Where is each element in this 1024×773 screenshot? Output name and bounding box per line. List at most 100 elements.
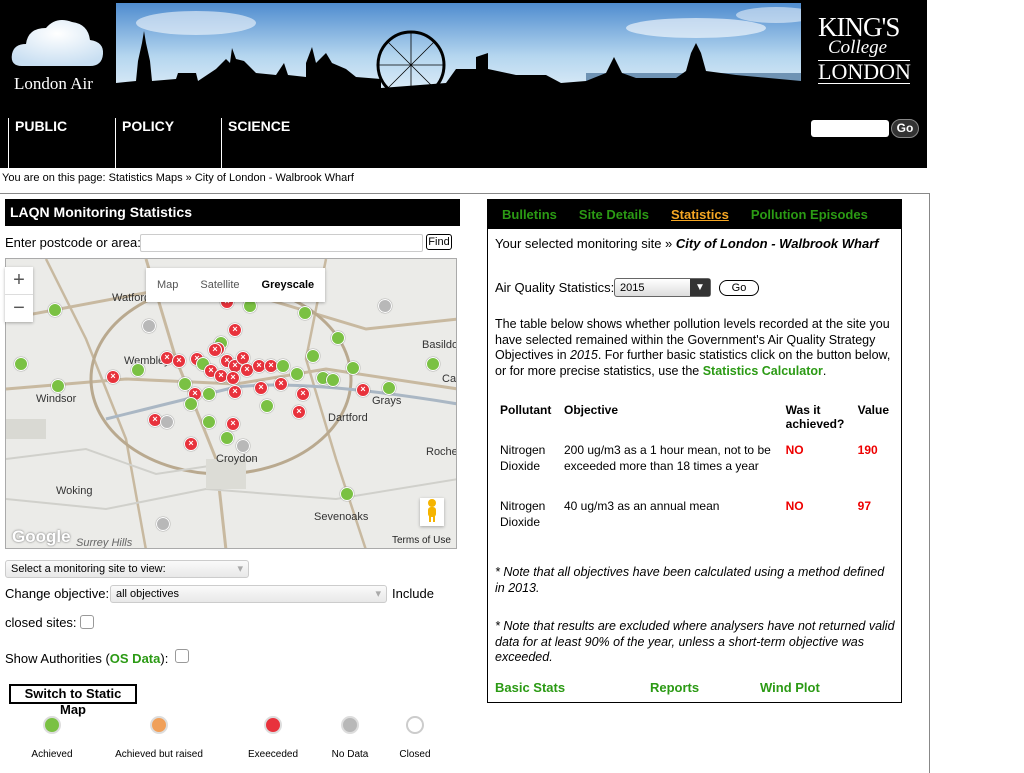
objectives-table: Pollutant Objective Was it achieved? Val…: [500, 403, 895, 530]
legend-label: No Data: [331, 749, 369, 760]
achieved-marker-icon[interactable]: [51, 379, 65, 393]
selected-site-prefix: Your selected monitoring site »: [495, 236, 673, 251]
panel-tabs: Bulletins Site Details Statistics Pollut…: [488, 200, 901, 229]
basic-stats-link[interactable]: Basic Stats: [495, 680, 565, 695]
skyline-banner: [116, 3, 801, 100]
switch-static-map-button[interactable]: Switch to Static Map: [9, 684, 137, 717]
map-type-control: Map Satellite Greyscale: [146, 268, 326, 302]
note-method: * Note that all objectives have been cal…: [495, 565, 885, 595]
map-label-croydon: Croydon: [216, 453, 258, 465]
map-type-greyscale[interactable]: Greyscale: [251, 268, 326, 302]
postcode-input[interactable]: [140, 234, 423, 252]
map-label-dartford: Dartford: [328, 412, 368, 424]
achieved-marker-icon[interactable]: [340, 487, 354, 501]
achieved-marker-icon[interactable]: [220, 431, 234, 445]
exceeded-marker-icon[interactable]: ×: [228, 385, 242, 399]
exceeded-marker-icon[interactable]: ×: [228, 323, 242, 337]
statistics-calculator-link[interactable]: Statistics Calculator: [703, 364, 823, 378]
tab-site-details[interactable]: Site Details: [579, 207, 649, 222]
map-label-watford: Watford: [112, 292, 151, 304]
street-view-pegman-icon[interactable]: [420, 498, 444, 526]
achieved-marker-icon[interactable]: [184, 397, 198, 411]
reports-link[interactable]: Reports: [650, 680, 699, 695]
achieved-marker-icon[interactable]: [178, 377, 192, 391]
exceeded-marker-icon[interactable]: ×: [254, 381, 268, 395]
exceeded-marker-icon[interactable]: ×: [106, 370, 120, 384]
map-type-satellite[interactable]: Satellite: [189, 268, 250, 302]
show-authorities-close: ):: [160, 651, 169, 666]
table-row: Nitrogen Dioxide 40 ug/m3 as an annual m…: [500, 499, 895, 530]
postcode-label: Enter postcode or area:: [5, 235, 141, 250]
wind-plot-link[interactable]: Wind Plot: [760, 680, 820, 695]
achieved-marker-icon[interactable]: [202, 415, 216, 429]
objective-select[interactable]: all objectives: [110, 585, 387, 603]
tab-bulletins[interactable]: Bulletins: [502, 207, 557, 222]
no-data-marker-icon[interactable]: [160, 415, 174, 429]
no-data-marker-icon[interactable]: [156, 517, 170, 531]
exceeded-marker-icon[interactable]: ×: [184, 437, 198, 451]
go-button[interactable]: Go: [719, 280, 759, 296]
row-pollutant: Nitrogen Dioxide: [500, 499, 546, 529]
map-label-grays: Grays: [372, 395, 402, 407]
zoom-control: + −: [5, 267, 33, 322]
kings-college-logo[interactable]: KING'S College LONDON: [818, 14, 918, 84]
os-data-link[interactable]: OS Data: [110, 651, 161, 666]
monitoring-site-select[interactable]: Select a monitoring site to view:: [5, 560, 249, 578]
zoom-in-button[interactable]: +: [5, 267, 33, 294]
row-achieved: NO: [785, 499, 804, 513]
find-button[interactable]: Find: [426, 234, 452, 250]
exceeded-marker-icon[interactable]: ×: [292, 405, 306, 419]
legend-exceeded: Exeeceded: [243, 716, 303, 760]
exceeded-marker-icon[interactable]: ×: [172, 354, 186, 368]
no-data-marker-icon[interactable]: [378, 299, 392, 313]
zoom-out-button[interactable]: −: [5, 294, 33, 321]
exceeded-icon: [264, 716, 282, 734]
closed-sites-checkbox[interactable]: [80, 615, 94, 629]
nav-science[interactable]: SCIENCE: [221, 118, 327, 168]
exceeded-marker-icon[interactable]: ×: [296, 387, 310, 401]
achieved-marker-icon[interactable]: [326, 373, 340, 387]
achieved-marker-icon[interactable]: [131, 363, 145, 377]
achieved-marker-icon[interactable]: [202, 387, 216, 401]
search-go-button[interactable]: Go: [891, 119, 919, 138]
map-type-map[interactable]: Map: [146, 268, 189, 302]
nav-policy[interactable]: POLICY: [115, 118, 221, 168]
achieved-marker-icon[interactable]: [48, 303, 62, 317]
year-value: 2015: [620, 282, 645, 294]
site-search-input[interactable]: [811, 120, 889, 137]
exceeded-marker-icon[interactable]: ×: [226, 371, 240, 385]
achieved-marker-icon[interactable]: [331, 331, 345, 345]
legend-label: Achieved: [31, 749, 73, 760]
achieved-marker-icon[interactable]: [382, 381, 396, 395]
map-label-canvey: Canvey: [442, 373, 457, 385]
row-value: 97: [857, 499, 871, 513]
legend-closed: Closed: [385, 716, 445, 760]
achieved-marker-icon[interactable]: [426, 357, 440, 371]
no-data-marker-icon[interactable]: [142, 319, 156, 333]
year-select[interactable]: 2015 ▼: [614, 278, 711, 297]
panel-title: LAQN Monitoring Statistics: [5, 199, 460, 226]
show-authorities-checkbox[interactable]: [175, 649, 189, 663]
achieved-marker-icon[interactable]: [276, 359, 290, 373]
achieved-marker-icon[interactable]: [290, 367, 304, 381]
achieved-marker-icon[interactable]: [298, 306, 312, 320]
legend-no-data: No Data: [320, 716, 380, 760]
achieved-marker-icon[interactable]: [346, 361, 360, 375]
nav-public[interactable]: PUBLIC: [8, 118, 116, 168]
exceeded-marker-icon[interactable]: ×: [274, 377, 288, 391]
map-label-surrey-hills: Surrey Hills: [76, 537, 133, 549]
legend-achieved: Achieved: [22, 716, 82, 760]
exceeded-marker-icon[interactable]: ×: [226, 417, 240, 431]
exceeded-marker-icon[interactable]: ×: [208, 343, 222, 357]
no-data-marker-icon[interactable]: [236, 439, 250, 453]
achieved-marker-icon[interactable]: [306, 349, 320, 363]
header-pollutant: Pollutant: [500, 403, 552, 417]
achieved-marker-icon[interactable]: [14, 357, 28, 371]
tab-pollution-episodes[interactable]: Pollution Episodes: [751, 207, 868, 222]
achieved-marker-icon[interactable]: [260, 399, 274, 413]
london-air-logo[interactable]: London Air: [0, 0, 115, 100]
terms-of-use-link[interactable]: Terms of Use: [392, 535, 451, 546]
exceeded-marker-icon[interactable]: ×: [356, 383, 370, 397]
tab-statistics[interactable]: Statistics: [671, 207, 729, 222]
show-authorities-label: Show Authorities (OS Data):: [5, 651, 168, 666]
